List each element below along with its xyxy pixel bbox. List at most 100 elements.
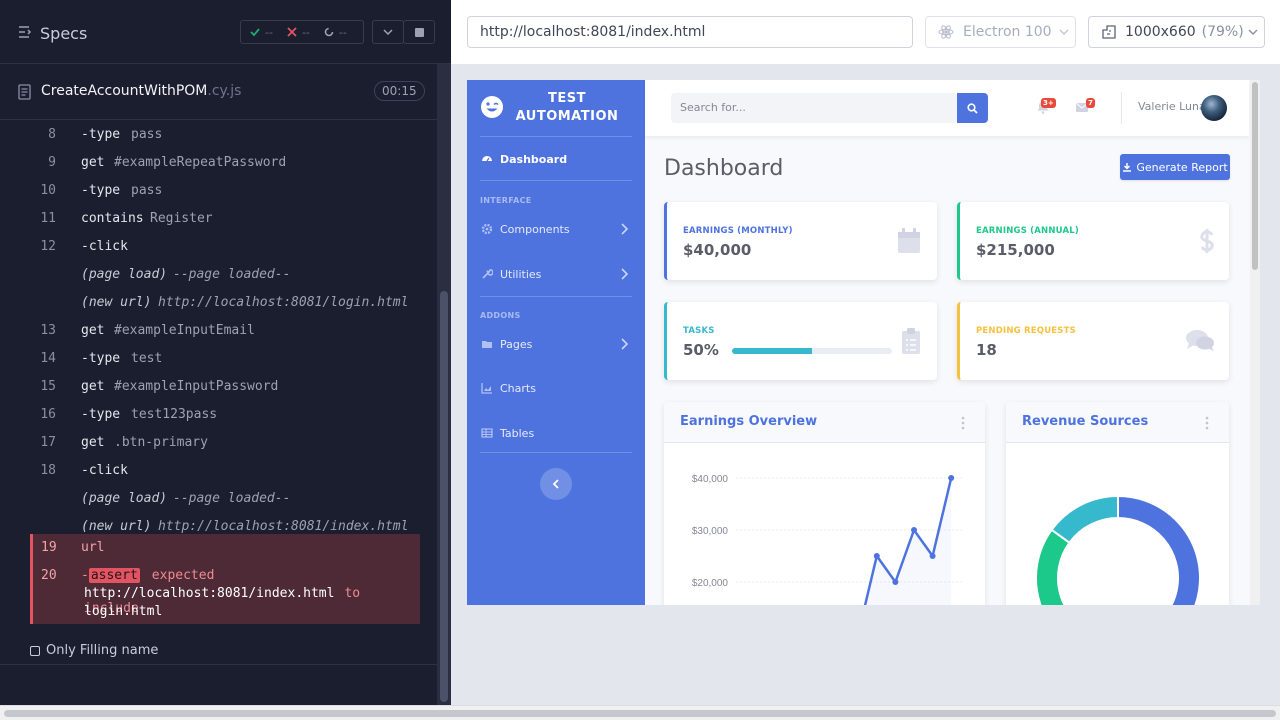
failed-commands[interactable]: 19 url 20 - assert expected http://localho… [30,534,420,624]
user-name[interactable]: Valerie Luna [1138,100,1206,113]
spinner-icon [324,27,334,37]
search-input[interactable]: Search for... [671,93,957,123]
spec-header: CreateAccountWithPOM.cy.js 00:15 [0,64,437,120]
command-row[interactable]: 9 get #exampleRepeatPassword [30,148,420,176]
command-row[interactable]: (page load) --page loaded-- [30,260,420,288]
avatar[interactable] [1201,95,1227,121]
url-field[interactable]: http://localhost:8081/index.html [467,16,913,48]
aut-toolbar: http://localhost:8081/index.html Electro… [451,0,1280,64]
nav-dashboard[interactable]: Dashboard [467,148,645,170]
dollar-sign-icon [1200,229,1214,253]
ruler-icon [1102,25,1116,39]
nav-charts[interactable]: Charts [467,377,645,399]
generate-report-button[interactable]: Generate Report [1120,154,1230,180]
download-icon [1123,163,1132,172]
command-row[interactable]: 13 get #exampleInputEmail [30,316,420,344]
x-icon [287,27,297,37]
pending-stat: -- [324,26,347,39]
divider [480,136,632,137]
chevron-right-icon [621,268,628,280]
divider [480,180,632,181]
card-pending-requests: PENDING REQUESTS 18 [957,302,1229,380]
revenue-sources-panel: Revenue Sources [1006,402,1229,605]
folder-icon [481,338,493,350]
command-row[interactable]: 16 -type test123pass [30,400,420,428]
stop-icon [414,27,424,37]
chevron-left-icon [552,479,559,489]
expand-button[interactable] [372,20,404,44]
card-earnings-monthly: EARNINGS (MONTHLY) $40,000 [664,202,937,280]
test-filter[interactable]: Only Filling name [30,643,158,658]
card-earnings-annual: EARNINGS (ANNUAL) $215,000 [957,202,1229,280]
app-sidebar: TEST AUTOMATION Dashboard INTERFACE Compo… [467,80,645,605]
command-row[interactable]: 14 -type test [30,344,420,372]
sidebar-toggle-button[interactable] [540,468,572,500]
data-point [929,553,936,559]
data-point [873,553,880,559]
messages-badge: 7 [1086,98,1095,108]
card-tasks: TASKS 50% [664,302,937,380]
scrollbar-thumb[interactable] [440,291,448,702]
checkbox-icon[interactable] [30,645,40,656]
command-log-panel: Specs -- -- -- CreateAccountWithPOM.cy.j… [0,0,451,705]
tachometer-icon [481,153,493,165]
stop-button[interactable] [403,20,435,44]
command-row[interactable]: 8 -type pass [30,120,420,148]
chevron-down-icon [1248,29,1258,35]
command-row[interactable]: 11 contains Register [30,204,420,232]
specs-label[interactable]: Specs [40,24,87,43]
horizontal-scrollbar[interactable] [0,705,1280,720]
cypress-runner: Specs -- -- -- CreateAccountWithPOM.cy.j… [0,0,1280,720]
nav-tables[interactable]: Tables [467,422,645,444]
y-tick-label: $40,000 [692,474,729,485]
spec-filename: CreateAccountWithPOM.cy.js [41,83,242,99]
command-row[interactable]: (new url) http://localhost:8081/login.htm… [30,288,420,316]
calendar-icon [898,228,920,253]
spec-duration: 00:15 [374,81,425,101]
command-row[interactable]: 12 -click [30,232,420,260]
command-row[interactable]: 18 -click [30,456,420,484]
chevron-right-icon [621,223,628,235]
passed-stat: -- [250,26,273,39]
divider [480,296,632,297]
app-topbar: Search for... 3+ 7 Valerie Luna [645,80,1249,136]
browser-selector[interactable]: Electron 100 [925,16,1076,48]
chevron-down-icon [383,29,393,35]
search-icon [967,102,978,114]
nav-heading-interface: INTERFACE [480,196,532,205]
nav-components[interactable]: Components [467,218,645,240]
donut-slice [1050,494,1119,545]
y-tick-label: $20,000 [692,578,729,589]
brand-link[interactable]: TEST AUTOMATION [467,80,645,136]
line-area [865,478,952,605]
failed-stat: -- [287,26,310,39]
chevron-down-icon [1059,29,1069,35]
command-row[interactable]: 10 -type pass [30,176,420,204]
nav-utilities[interactable]: Utilities [467,263,645,285]
nav-pages[interactable]: Pages [467,333,645,355]
document-icon [18,84,31,100]
assert-badge: assert [88,568,140,583]
command-row[interactable]: 15 get #exampleInputPassword [30,372,420,400]
comments-icon [1186,330,1214,351]
earnings-overview-panel: Earnings Overview $40,000 $30,000 $20,000 [664,402,985,605]
data-point [948,475,955,481]
alerts-badge: 3+ [1041,98,1056,108]
laugh-wink-icon [481,96,503,118]
chevron-right-icon [621,338,628,350]
viewport-selector[interactable]: 1000x660 (79%) [1088,16,1265,48]
aut-scrollbar[interactable] [1250,80,1260,605]
command-log-scrollbar[interactable] [437,64,451,705]
command-row[interactable]: 17 get .btn-primary [30,428,420,456]
wrench-icon [481,268,493,280]
brand-text: TEST AUTOMATION [515,91,619,124]
scrollbar-thumb[interactable] [1252,82,1258,270]
search-button[interactable] [957,93,988,123]
specs-list-icon[interactable] [18,25,32,39]
scrollbar-thumb[interactable] [4,710,1276,717]
tasks-progress-fill [732,348,812,354]
command-list: 8 -type pass 9 get #exampleRepeatPassword 10… [30,120,420,540]
command-row[interactable]: (page load) --page loaded-- [30,484,420,512]
revenue-donut-chart [1035,494,1201,605]
chart-area-icon [481,382,493,394]
